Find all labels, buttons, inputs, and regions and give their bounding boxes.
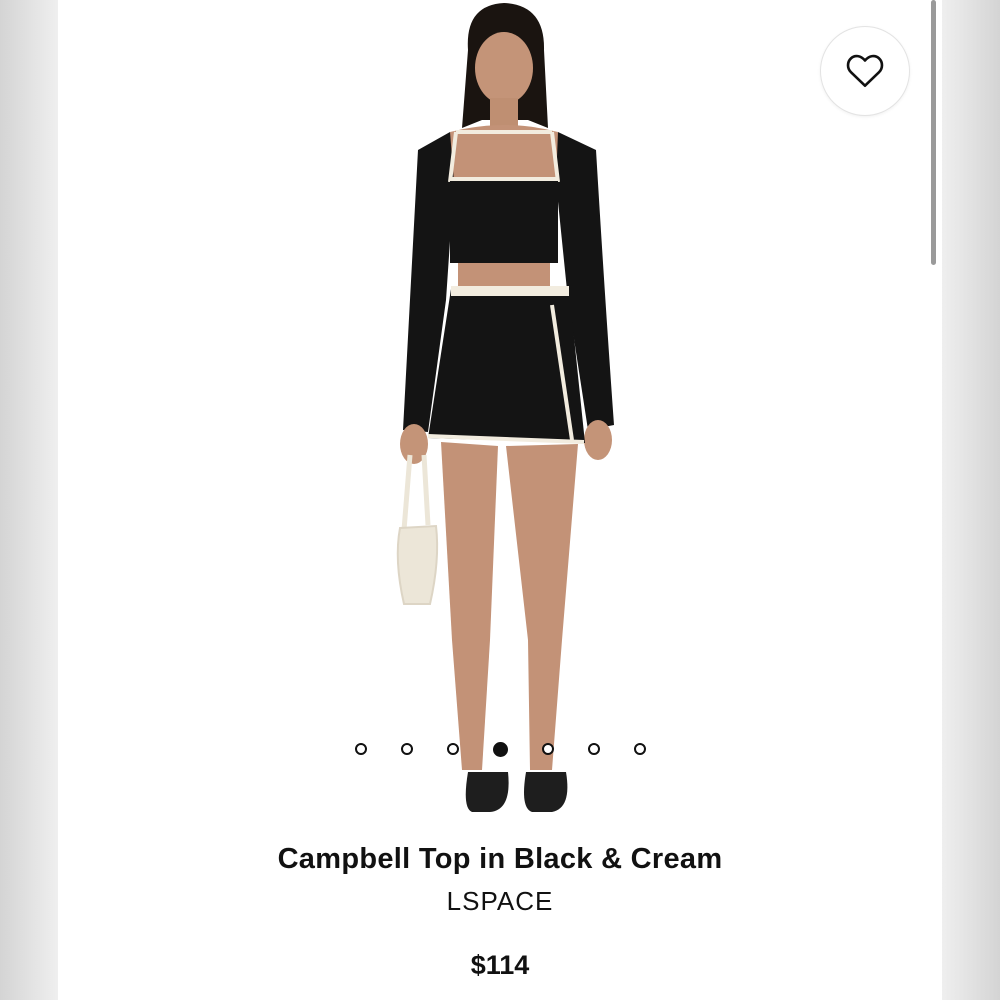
left-leg [441, 442, 498, 770]
left-shoe [465, 772, 509, 812]
scrollbar-thumb[interactable] [931, 0, 936, 265]
product-image[interactable] [58, 0, 942, 830]
product-brand[interactable]: LSPACE [58, 886, 942, 917]
bag-strap [401, 454, 431, 531]
crop-top [450, 177, 558, 263]
model-midriff [458, 263, 550, 289]
product-title: Campbell Top in Black & Cream [277, 843, 723, 875]
carousel-dot-3[interactable] [446, 743, 459, 755]
right-shoe [524, 772, 568, 812]
model-face [475, 32, 533, 104]
product-price: $114 [470, 950, 530, 980]
right-leg [506, 444, 578, 770]
product-screen: Campbell Top in Black & Cream LSPACE $11… [58, 0, 942, 1000]
carousel-dot-2[interactable] [400, 743, 413, 755]
carousel-dot-1[interactable] [354, 743, 367, 755]
handbag [396, 524, 439, 605]
carousel-pagination [58, 738, 942, 760]
carousel-dot-6[interactable] [587, 743, 600, 755]
right-hand [584, 420, 612, 460]
carousel-dot-4-active[interactable] [492, 741, 508, 757]
favorite-button[interactable] [820, 26, 910, 116]
heart-outline-icon [846, 54, 884, 88]
carousel-dot-7[interactable] [633, 743, 646, 755]
carousel-dot-5[interactable] [541, 743, 554, 755]
